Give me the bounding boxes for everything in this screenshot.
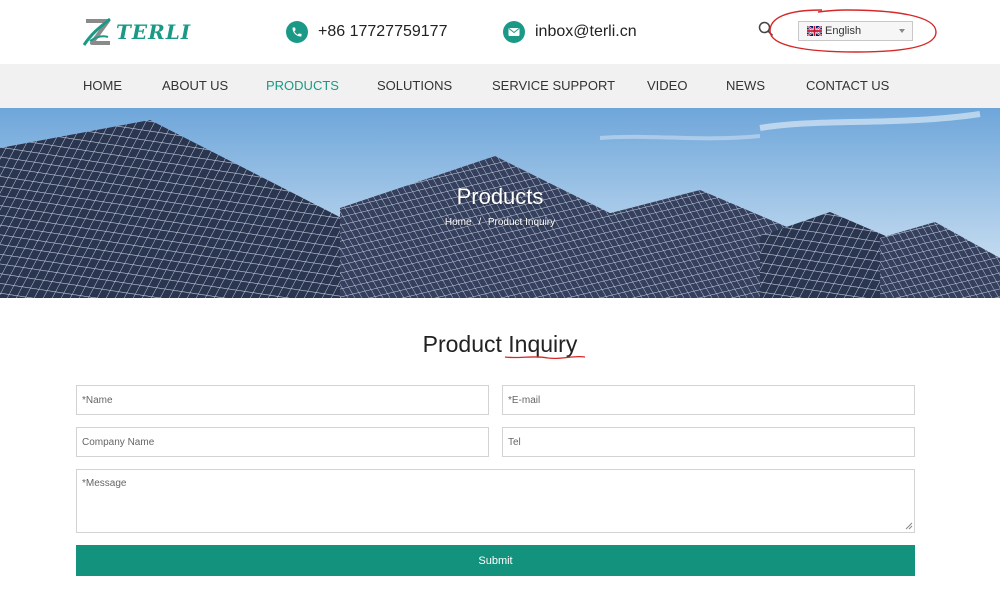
terli-logo[interactable]: TERLI xyxy=(80,14,191,50)
name-field[interactable] xyxy=(76,385,489,415)
logo-text: TERLI xyxy=(116,20,192,44)
nav-news[interactable]: NEWS xyxy=(726,64,765,108)
red-annotation-underline xyxy=(504,355,586,360)
mail-icon xyxy=(503,21,525,43)
phone-icon xyxy=(286,21,308,43)
breadcrumb-home[interactable]: Home xyxy=(445,217,472,228)
logo-mark-icon xyxy=(82,17,111,46)
nav-home[interactable]: HOME xyxy=(83,64,122,108)
phone-contact[interactable]: +86 17727759177 xyxy=(286,20,447,44)
language-select[interactable]: English xyxy=(798,21,913,41)
search-icon[interactable] xyxy=(758,21,774,37)
submit-button[interactable]: Submit xyxy=(76,545,915,576)
breadcrumb-current: Product Inquiry xyxy=(487,217,556,228)
nav-solutions[interactable]: SOLUTIONS xyxy=(377,64,452,108)
email-field[interactable] xyxy=(502,385,915,415)
nav-products[interactable]: PRODUCTS xyxy=(266,64,339,108)
email-address: inbox@terli.cn xyxy=(535,23,637,40)
nav-contact-us[interactable]: CONTACT US xyxy=(806,64,889,108)
chevron-down-icon xyxy=(899,29,905,33)
email-contact[interactable]: inbox@terli.cn xyxy=(503,20,637,44)
resize-grip-icon[interactable] xyxy=(904,521,913,530)
language-label: English xyxy=(825,25,862,37)
company-name-field[interactable] xyxy=(76,427,489,457)
message-field[interactable] xyxy=(76,469,915,533)
banner-title: Products xyxy=(456,184,544,209)
breadcrumb-separator: / xyxy=(478,217,482,228)
nav-about-us[interactable]: ABOUT US xyxy=(162,64,228,108)
main-nav: HOME ABOUT US PRODUCTS SOLUTIONS SERVICE… xyxy=(0,64,1000,108)
breadcrumb: Home / Product Inquiry xyxy=(0,217,1000,228)
page-banner: Products Home / Product Inquiry xyxy=(0,108,1000,298)
top-header: TERLI +86 17727759177 inbox@terli.cn Eng… xyxy=(0,0,1000,64)
inquiry-title: Product Inquiry xyxy=(422,331,578,357)
uk-flag-icon xyxy=(807,26,822,36)
tel-field[interactable] xyxy=(502,427,915,457)
phone-number: +86 17727759177 xyxy=(318,23,448,40)
nav-service-support[interactable]: SERVICE SUPPORT xyxy=(492,64,615,108)
nav-video[interactable]: VIDEO xyxy=(647,64,687,108)
